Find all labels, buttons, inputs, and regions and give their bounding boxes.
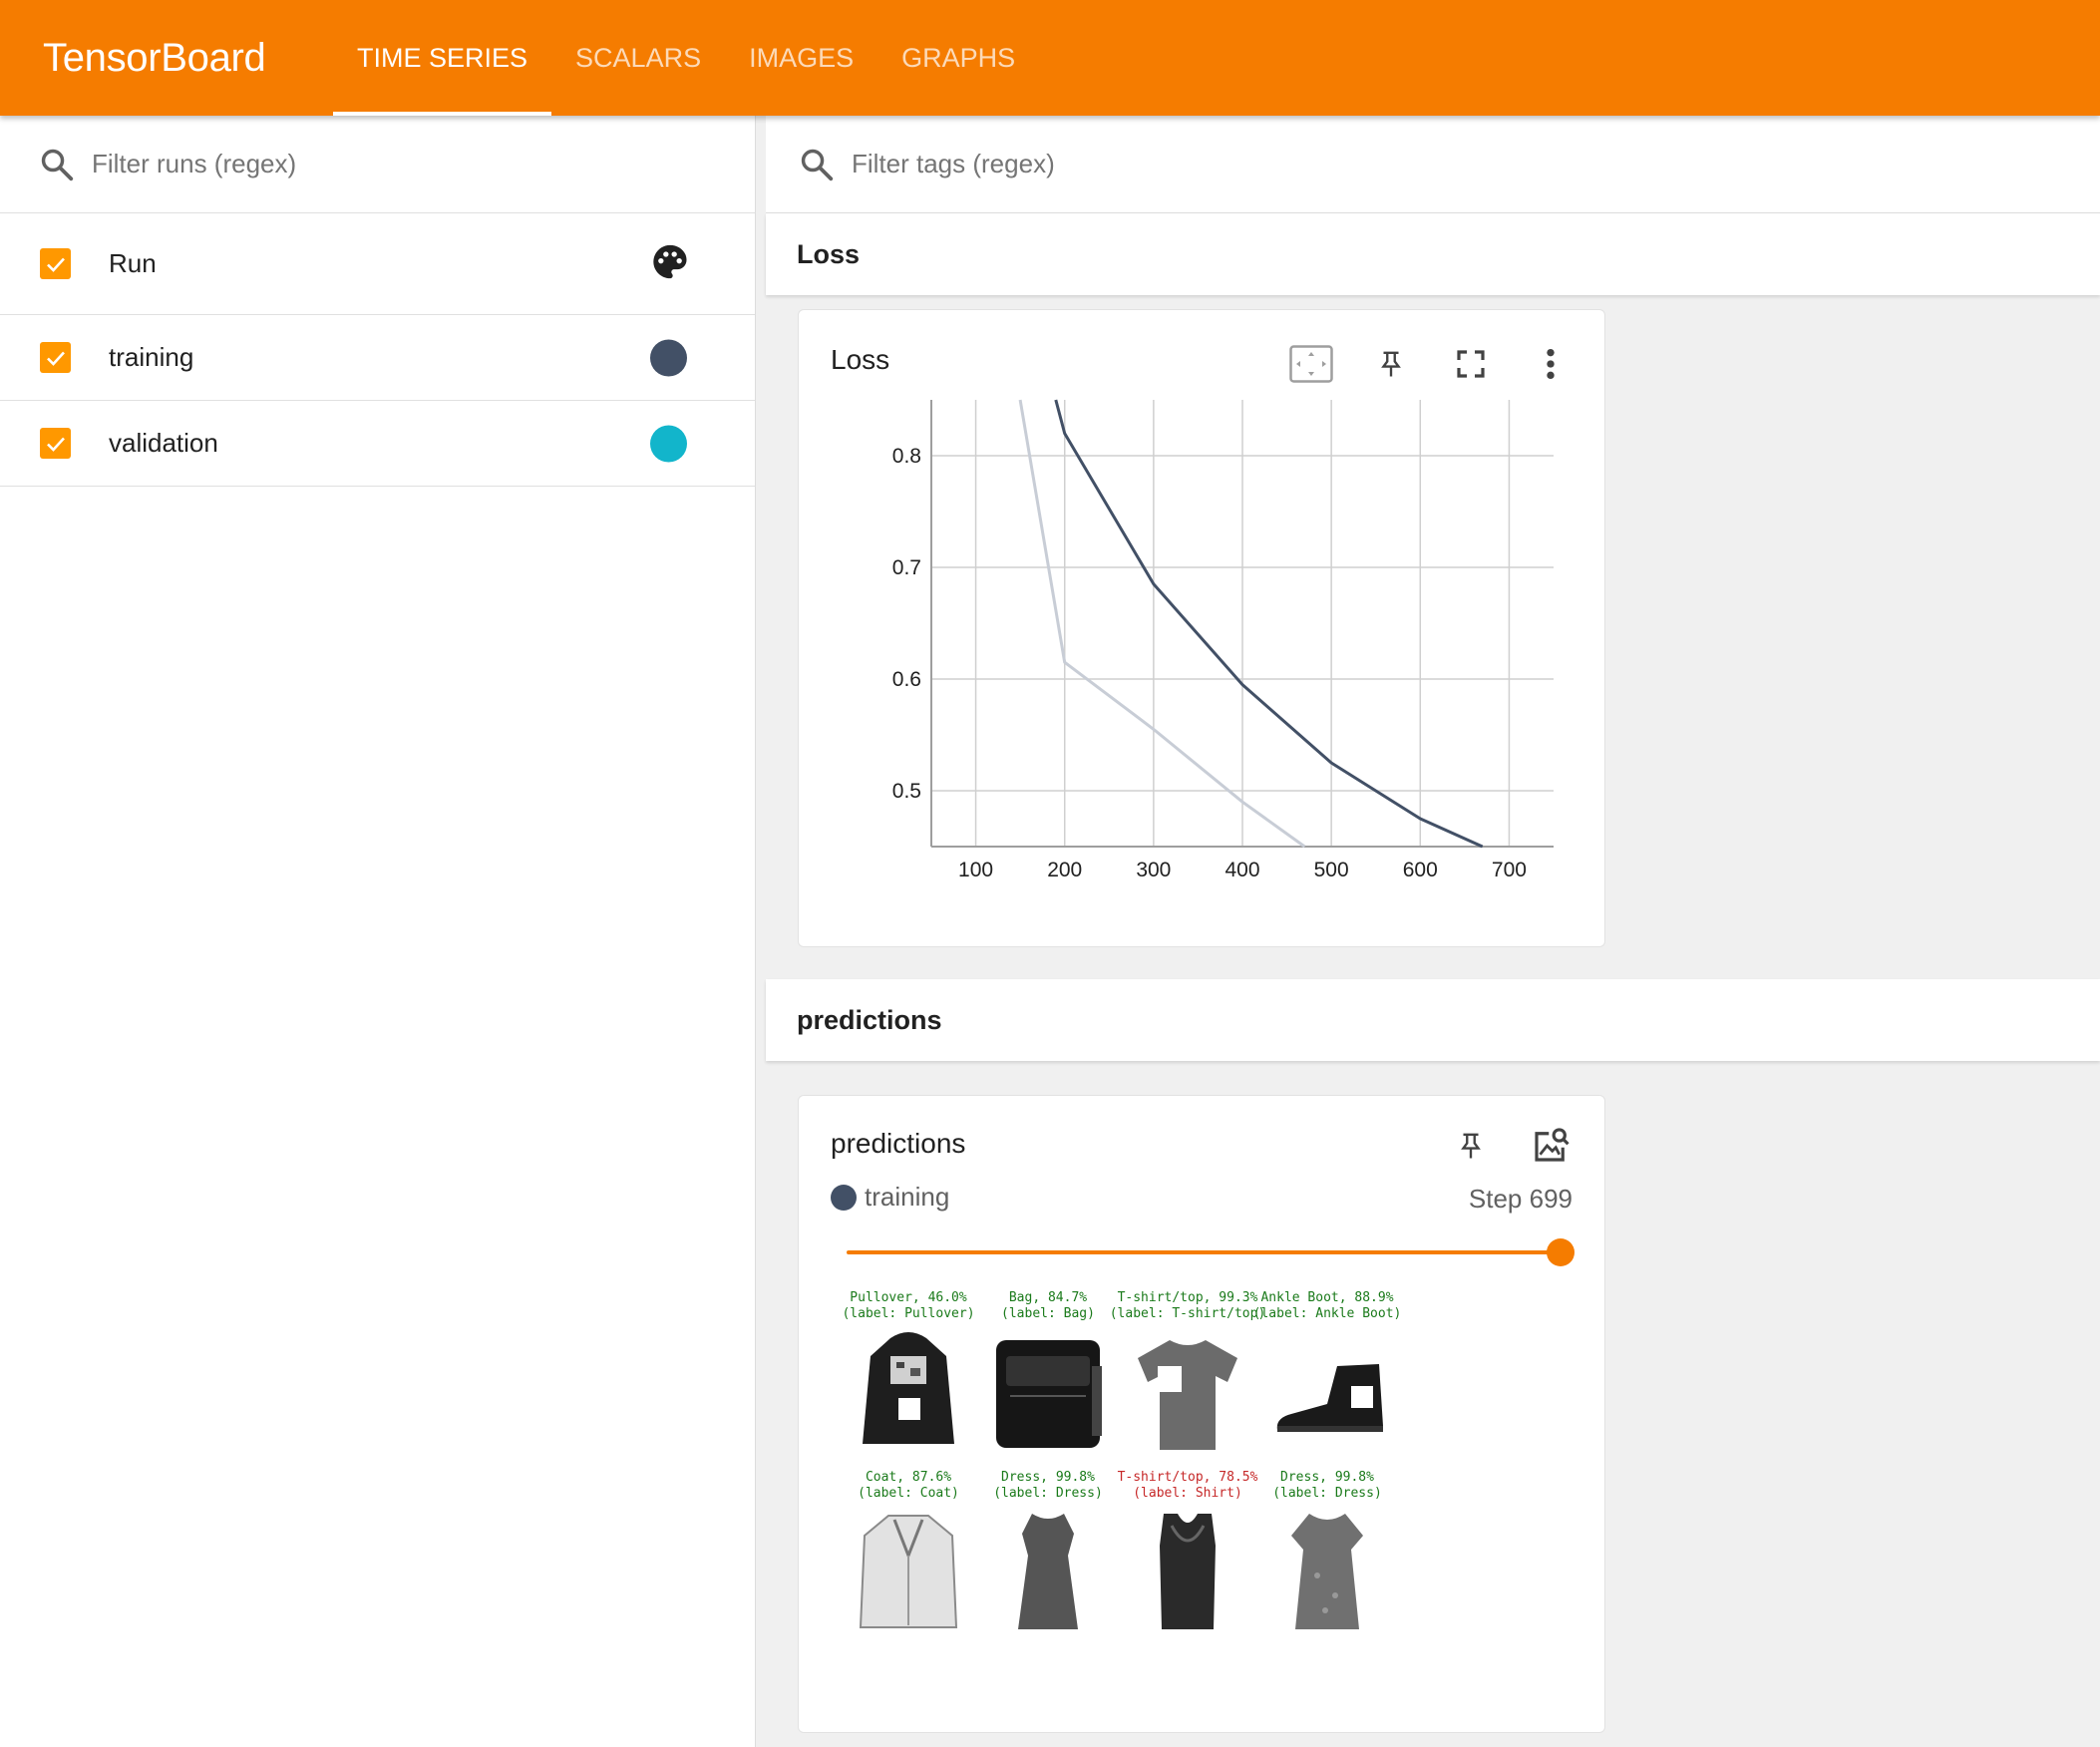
run-color-palette-button[interactable] (650, 241, 690, 286)
run-label-training: training (109, 342, 194, 372)
image-search-icon (1535, 1128, 1570, 1162)
pin-icon (1461, 1133, 1481, 1159)
card-title-loss: Loss (831, 344, 890, 375)
prediction-item: Coat, 87.6% (label: Coat) (839, 1470, 978, 1635)
fullscreen-button[interactable] (1447, 340, 1495, 388)
run-color-dot (650, 425, 687, 462)
fit-domain-icon (1289, 345, 1333, 383)
run-label-validation: validation (109, 428, 218, 458)
run-color-swatch-validation[interactable] (650, 425, 687, 462)
card-title-predictions: predictions (831, 1128, 966, 1159)
y-tick-label: 0.8 (892, 445, 921, 468)
tab-scalars[interactable]: SCALARS (551, 0, 725, 116)
palette-icon (653, 244, 687, 278)
more-vert-icon (1547, 348, 1555, 380)
pin-card-button[interactable] (1447, 1122, 1495, 1170)
coat-image (859, 1515, 958, 1628)
group-header-loss[interactable]: Loss (766, 213, 2100, 295)
select-all-runs-checkbox[interactable] (40, 248, 71, 279)
prediction-item: Pullover, 46.0% (label: Pullover) (839, 1290, 978, 1456)
y-tick-label: 0.5 (892, 780, 921, 803)
run-header-row: Run (0, 213, 755, 315)
shirt-image (1160, 1514, 1216, 1629)
x-tick-label: 500 (1314, 859, 1349, 881)
prediction-caption: Bag, 84.7% (label: Bag) (1001, 1290, 1095, 1321)
bag-image (996, 1340, 1102, 1448)
main-panel: Loss Loss 100 200 300 400 500 600 700 0.5 0.6 0.7… (766, 116, 2100, 1747)
run-filter-input[interactable] (92, 149, 650, 179)
step-slider-track[interactable] (847, 1250, 1557, 1254)
tag-filter-input[interactable] (852, 149, 1550, 179)
step-label: Step 699 (1468, 1184, 1573, 1214)
series-line-0 (1018, 399, 1306, 849)
run-filter (0, 116, 755, 213)
run-header-label: Run (109, 248, 157, 278)
ankle-boot-image (1276, 1364, 1383, 1432)
tab-graphs[interactable]: GRAPHS (877, 0, 1039, 116)
group-header-predictions[interactable]: predictions (766, 979, 2100, 1061)
prediction-item: Ankle Boot, 88.9% (label: Ankle Boot) (1253, 1290, 1401, 1456)
prediction-caption: Ankle Boot, 88.9% (label: Ankle Boot) (1252, 1290, 1402, 1321)
run-color-swatch-training[interactable] (650, 339, 687, 376)
run-checkbox-training[interactable] (40, 342, 71, 373)
run-row-validation: validation (0, 401, 755, 487)
prediction-caption: T-shirt/top, 99.3% (label: T-shirt/top) (1109, 1290, 1266, 1321)
image-search-button[interactable] (1527, 1122, 1575, 1170)
prediction-item: T-shirt/top, 99.3% (label: T-shirt/top) (1110, 1290, 1265, 1456)
loss-chart[interactable]: 100 200 300 400 500 600 700 0.5 0.6 0.7 0.8 (819, 390, 1586, 888)
run-label: training (865, 1182, 950, 1212)
more-options-button[interactable] (1527, 340, 1575, 388)
app-title: TensorBoard (43, 35, 266, 80)
prediction-item: Dress, 99.8% (label: Dress) (1257, 1470, 1397, 1635)
run-color-dot (650, 339, 687, 376)
runs-sidebar: Run training validation (0, 116, 756, 1747)
prediction-item: Bag, 84.7% (label: Bag) (978, 1290, 1118, 1456)
pin-card-button[interactable] (1367, 340, 1415, 388)
x-tick-label: 300 (1136, 859, 1171, 881)
search-icon (41, 149, 74, 180)
y-tick-label: 0.6 (892, 668, 921, 691)
prediction-caption: Coat, 87.6% (label: Coat) (858, 1470, 959, 1501)
x-tick-label: 200 (1047, 859, 1082, 881)
dress-image (1018, 1514, 1078, 1629)
y-tick-label: 0.7 (892, 556, 921, 579)
fullscreen-icon (1457, 350, 1485, 378)
prediction-caption: Dress, 99.8% (label: Dress) (993, 1470, 1103, 1501)
tag-filter (766, 116, 2100, 213)
hoodie-image (863, 1332, 954, 1444)
dress-image (1291, 1514, 1363, 1629)
prediction-item: Dress, 99.8% (label: Dress) (978, 1470, 1118, 1635)
step-slider-thumb[interactable] (1547, 1238, 1575, 1266)
predictions-card: predictions training Step 699 Pullover, … (798, 1095, 1605, 1733)
pin-icon (1381, 351, 1401, 377)
prediction-item: T-shirt/top, 78.5% (label: Shirt) (1118, 1470, 1257, 1635)
loss-card: Loss 100 200 300 400 500 600 700 0.5 0.6 0.7 0.8 (798, 309, 1605, 947)
prediction-caption: Pullover, 46.0% (label: Pullover) (842, 1290, 975, 1321)
x-tick-label: 600 (1403, 859, 1438, 881)
check-icon (46, 257, 65, 272)
run-color-dot (831, 1184, 857, 1211)
x-tick-label: 700 (1492, 859, 1527, 881)
prediction-grid: Pullover, 46.0% (label: Pullover) Bag, 84… (839, 1290, 1401, 1635)
x-tick-label: 400 (1225, 859, 1259, 881)
prediction-caption: Dress, 99.8% (label: Dress) (1272, 1470, 1382, 1501)
run-indicator: training (831, 1182, 949, 1213)
prediction-caption: T-shirt/top, 78.5% (label: Shirt) (1117, 1470, 1258, 1501)
run-row-training: training (0, 315, 755, 401)
run-checkbox-validation[interactable] (40, 428, 71, 459)
tab-time-series[interactable]: TIME SERIES (333, 0, 552, 116)
check-icon (46, 351, 65, 366)
x-tick-label: 100 (958, 859, 993, 881)
series-line-1 (1054, 399, 1484, 849)
top-app-bar: TensorBoard TIME SERIES SCALARS IMAGES G… (0, 0, 2100, 116)
fit-domain-button[interactable] (1287, 340, 1335, 388)
tshirt-image (1138, 1340, 1237, 1450)
search-icon (801, 149, 834, 180)
check-icon (46, 437, 65, 452)
tab-images[interactable]: IMAGES (725, 0, 877, 116)
